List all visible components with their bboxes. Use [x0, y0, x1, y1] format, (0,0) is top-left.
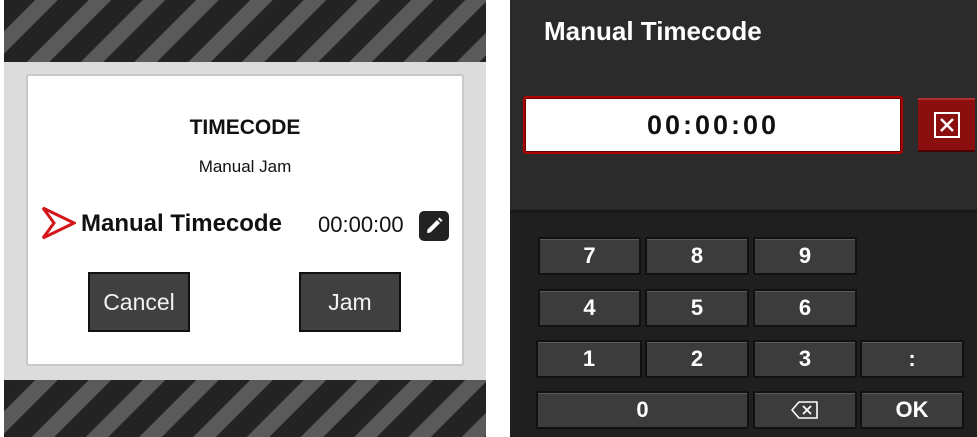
keypad: 7 8 9 4 5 6 1 2 3 : 0 OK — [510, 210, 977, 437]
entry-area: Manual Timecode 00:00:00 — [510, 0, 977, 210]
key-1[interactable]: 1 — [536, 340, 642, 378]
pencil-icon — [427, 217, 443, 233]
edit-pencil-icon[interactable] — [419, 211, 449, 241]
key-2[interactable]: 2 — [645, 340, 749, 378]
manual-timecode-label: Manual Timecode — [81, 210, 282, 237]
selection-arrow-icon — [41, 206, 76, 240]
ok-key[interactable]: OK — [860, 391, 964, 429]
dialog-subtitle: Manual Jam — [198, 157, 292, 176]
key-4[interactable]: 4 — [538, 289, 641, 327]
dialog-title: TIMECODE — [189, 116, 301, 139]
jam-button[interactable]: Jam — [299, 272, 401, 332]
key-9[interactable]: 9 — [753, 237, 857, 275]
cancel-button[interactable]: Cancel — [88, 272, 190, 332]
key-8[interactable]: 8 — [645, 237, 749, 275]
key-5[interactable]: 5 — [645, 289, 749, 327]
key-6[interactable]: 6 — [753, 289, 857, 327]
key-7[interactable]: 7 — [538, 237, 641, 275]
timecode-dialog: TIMECODE Manual Jam Manual Timecode 00:0… — [26, 74, 464, 366]
key-3[interactable]: 3 — [753, 340, 857, 378]
backspace-key[interactable] — [753, 391, 857, 429]
backspace-icon — [791, 401, 818, 419]
manual-timecode-value: 00:00:00 — [318, 212, 404, 237]
hazard-stripes-bottom — [4, 380, 486, 437]
timecode-keypad-screen: Manual Timecode 00:00:00 7 8 9 4 5 6 1 2… — [510, 0, 977, 437]
clear-x-icon — [933, 112, 960, 138]
clear-button[interactable] — [918, 98, 975, 152]
key-colon[interactable]: : — [860, 340, 964, 378]
keypad-title: Manual Timecode — [544, 16, 762, 46]
timecode-input[interactable]: 00:00:00 — [523, 96, 903, 154]
hazard-stripes-top — [4, 0, 486, 62]
timecode-dialog-screen: TIMECODE Manual Jam Manual Timecode 00:0… — [4, 0, 486, 437]
key-0[interactable]: 0 — [536, 391, 749, 429]
